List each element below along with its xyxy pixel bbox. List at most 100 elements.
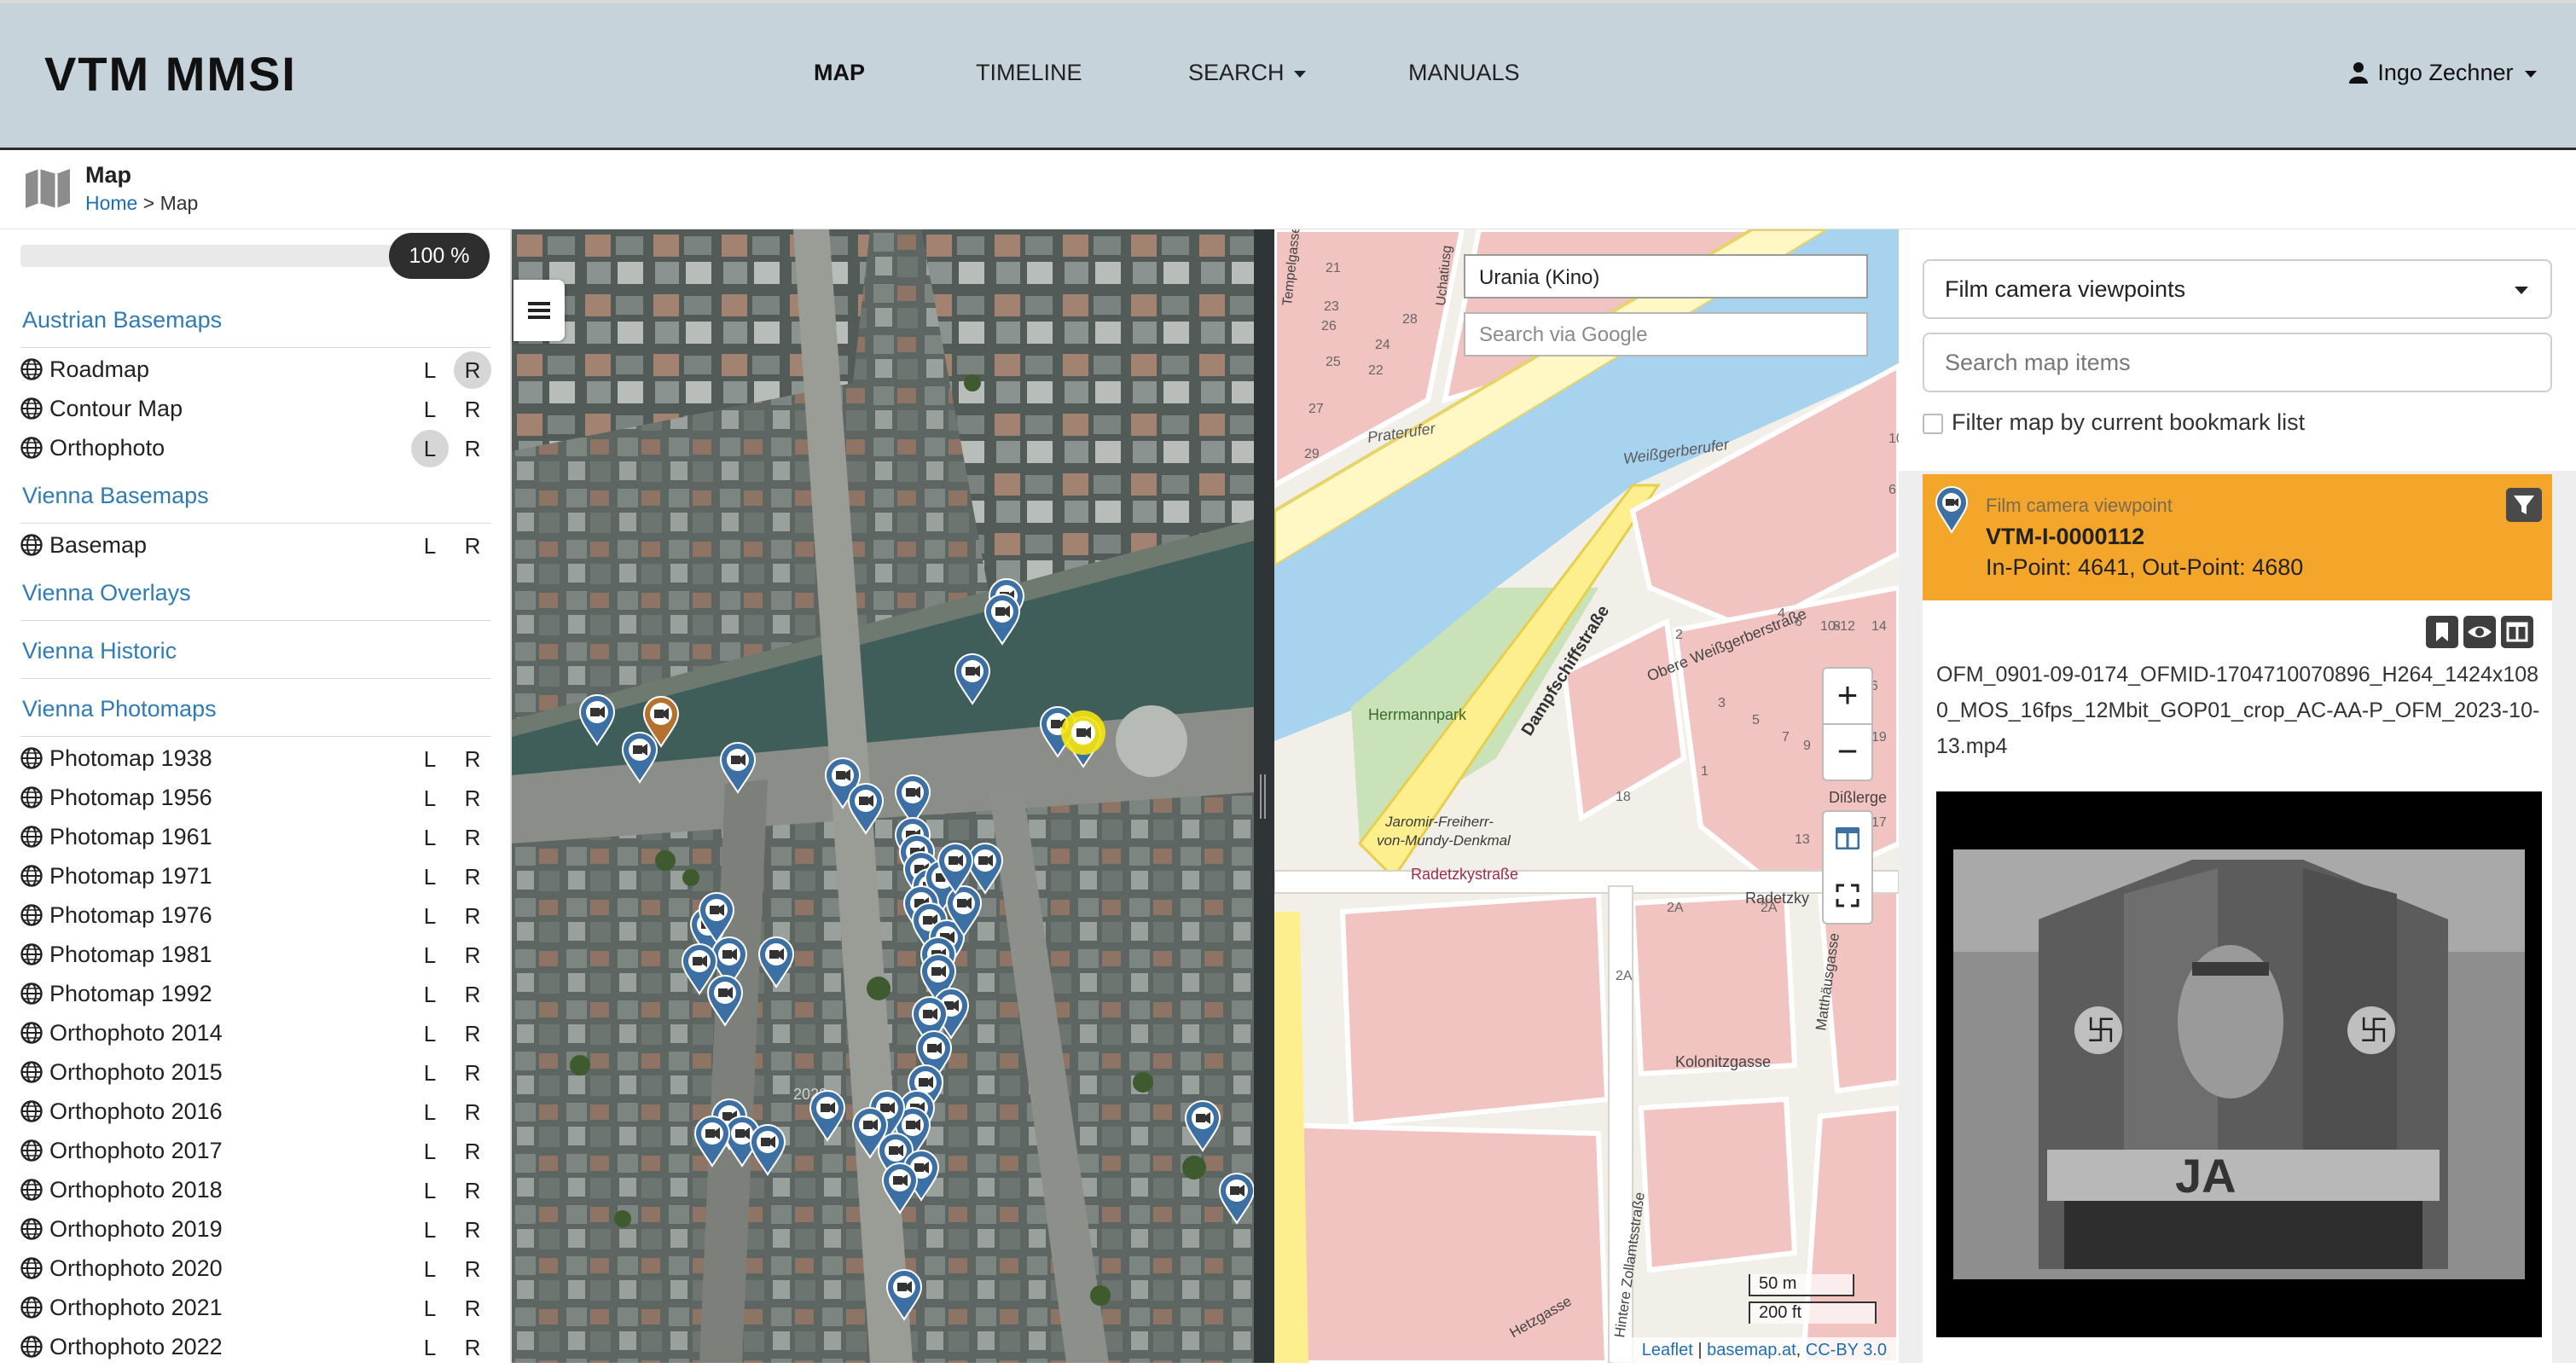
layer-right-toggle[interactable]: R bbox=[454, 430, 491, 467]
layer-right-toggle[interactable]: R bbox=[454, 1054, 491, 1092]
house-number: 23 bbox=[1324, 299, 1339, 314]
nav-map[interactable]: MAP bbox=[814, 60, 865, 86]
globe-icon bbox=[20, 1100, 43, 1122]
layer-right-toggle[interactable]: R bbox=[454, 897, 491, 935]
layer-right-toggle[interactable]: R bbox=[454, 1290, 491, 1327]
nav-manuals[interactable]: MANUALS bbox=[1408, 60, 1520, 86]
house-number: 4 bbox=[1778, 606, 1785, 621]
svg-text:卐: 卐 bbox=[2359, 1015, 2388, 1047]
attribution-leaflet-link[interactable]: Leaflet bbox=[1642, 1341, 1693, 1359]
video-player[interactable]: 卐 卐 JA bbox=[1936, 791, 2542, 1337]
layer-group-vienna-photomaps[interactable]: Vienna Photomaps bbox=[22, 696, 217, 722]
layer-item-photomap-1956: Photomap 1956 L R bbox=[20, 780, 491, 819]
map-items-search-input[interactable]: Search map items bbox=[1923, 333, 2552, 392]
hamburger-icon bbox=[528, 302, 550, 319]
layer-right-toggle[interactable]: R bbox=[454, 819, 491, 856]
layer-right-toggle[interactable]: R bbox=[454, 780, 491, 817]
layer-group-vienna-basemaps[interactable]: Vienna Basemaps bbox=[22, 483, 209, 509]
user-menu[interactable]: Ingo Zechner bbox=[2348, 60, 2537, 86]
scale-bar-metric: 50 m bbox=[1749, 1274, 1854, 1296]
view-button[interactable] bbox=[2463, 616, 2496, 648]
layer-right-toggle[interactable]: R bbox=[454, 1093, 491, 1131]
layer-name: Orthophoto bbox=[49, 435, 165, 461]
street-map-pane[interactable]: Praterufer Weißgerberufer Dampfschiffstr… bbox=[1274, 229, 1899, 1363]
layer-left-toggle[interactable]: L bbox=[411, 351, 449, 389]
nav-search[interactable]: SEARCH bbox=[1188, 60, 1307, 86]
layer-right-toggle[interactable]: R bbox=[454, 1172, 491, 1209]
layer-left-toggle[interactable]: L bbox=[411, 1172, 449, 1209]
layer-left-toggle[interactable]: L bbox=[411, 819, 449, 856]
house-number: 6 bbox=[1888, 483, 1896, 497]
layer-right-toggle[interactable]: R bbox=[454, 1250, 491, 1288]
card-id[interactable]: VTM-I-0000112 bbox=[1986, 524, 2144, 550]
layer-group-austrian-basemaps[interactable]: Austrian Basemaps bbox=[22, 307, 222, 333]
selected-camera-marker[interactable] bbox=[1061, 710, 1105, 755]
street-label-radetzkystrasse: Radetzkystraße bbox=[1411, 866, 1518, 883]
place-search-input[interactable]: Urania (Kino) bbox=[1464, 254, 1868, 299]
layer-left-toggle[interactable]: L bbox=[411, 1211, 449, 1249]
layer-group-vienna-overlays[interactable]: Vienna Overlays bbox=[22, 580, 191, 606]
layer-right-toggle[interactable]: R bbox=[454, 1211, 491, 1249]
layer-left-toggle[interactable]: L bbox=[411, 1133, 449, 1170]
zoom-out-button[interactable]: − bbox=[1824, 725, 1871, 780]
satellite-map-pane[interactable]: 2023 bbox=[512, 229, 1254, 1363]
layer-right-toggle[interactable]: R bbox=[454, 936, 491, 974]
layer-item-photomap-1976: Photomap 1976 L R bbox=[20, 897, 491, 936]
item-type-select-value: Film camera viewpoints bbox=[1945, 276, 2186, 302]
layer-left-toggle[interactable]: L bbox=[411, 1290, 449, 1327]
split-handle-icon[interactable] bbox=[1259, 774, 1268, 819]
layer-left-toggle[interactable]: L bbox=[411, 1329, 449, 1366]
layer-left-toggle[interactable]: L bbox=[411, 976, 449, 1013]
layer-left-toggle[interactable]: L bbox=[411, 1015, 449, 1052]
nav-timeline[interactable]: TIMELINE bbox=[976, 60, 1082, 86]
layer-left-toggle[interactable]: L bbox=[411, 1250, 449, 1288]
layer-left-toggle[interactable]: L bbox=[411, 740, 449, 778]
bookmark-filter-checkbox[interactable] bbox=[1923, 413, 1943, 434]
layer-left-toggle[interactable]: L bbox=[411, 430, 449, 467]
house-number: 10-12 bbox=[1820, 619, 1855, 634]
layer-right-toggle[interactable]: R bbox=[454, 858, 491, 896]
satellite-imagery: 2023 bbox=[512, 229, 1254, 1363]
bookmark-button[interactable] bbox=[2426, 616, 2458, 648]
layer-left-toggle[interactable]: L bbox=[411, 1093, 449, 1131]
street-label-kolonitzgasse: Kolonitzgasse bbox=[1675, 1053, 1771, 1070]
card-filter-button[interactable] bbox=[2506, 488, 2542, 522]
zoom-in-button[interactable]: + bbox=[1824, 669, 1871, 725]
layer-name: Photomap 1956 bbox=[49, 785, 212, 810]
google-search-input[interactable]: Search via Google bbox=[1464, 312, 1868, 356]
layer-right-toggle[interactable]: R bbox=[454, 391, 491, 428]
layer-left-toggle[interactable]: L bbox=[411, 780, 449, 817]
layer-left-toggle[interactable]: L bbox=[411, 1054, 449, 1092]
breadcrumb-home[interactable]: Home bbox=[85, 192, 137, 214]
app-brand[interactable]: VTM MMSI bbox=[44, 46, 297, 101]
item-type-select[interactable]: Film camera viewpoints bbox=[1923, 259, 2552, 319]
layer-right-toggle[interactable]: R bbox=[454, 1329, 491, 1366]
svg-text:卐: 卐 bbox=[2086, 1015, 2115, 1047]
house-number: 6 bbox=[1795, 615, 1802, 629]
split-view-icon[interactable] bbox=[1836, 827, 1859, 849]
layer-right-toggle[interactable]: R bbox=[454, 1133, 491, 1170]
layer-left-toggle[interactable]: L bbox=[411, 858, 449, 896]
map-menu-button[interactable] bbox=[513, 280, 565, 341]
globe-icon bbox=[20, 1218, 43, 1240]
layer-name: Orthophoto 2015 bbox=[49, 1059, 223, 1085]
layer-right-toggle[interactable]: R bbox=[454, 976, 491, 1013]
layer-right-toggle[interactable]: R bbox=[454, 351, 491, 389]
split-view-button[interactable] bbox=[2501, 616, 2533, 648]
scale-bar-imperial: 200 ft bbox=[1749, 1301, 1877, 1324]
attribution-basemap-link[interactable]: basemap.at bbox=[1707, 1341, 1796, 1359]
layer-right-toggle[interactable]: R bbox=[454, 740, 491, 778]
globe-icon bbox=[20, 1336, 43, 1358]
layer-left-toggle[interactable]: L bbox=[411, 391, 449, 428]
house-number: 21 bbox=[1326, 261, 1341, 275]
layer-name: Roadmap bbox=[49, 356, 150, 382]
layer-right-toggle[interactable]: R bbox=[454, 527, 491, 565]
layer-left-toggle[interactable]: L bbox=[411, 527, 449, 565]
attribution-license-link[interactable]: CC-BY 3.0 bbox=[1806, 1341, 1887, 1359]
fullscreen-icon[interactable] bbox=[1836, 884, 1859, 907]
layer-left-toggle[interactable]: L bbox=[411, 897, 449, 935]
layer-item-photomap-1938: Photomap 1938 L R bbox=[20, 740, 491, 780]
layer-left-toggle[interactable]: L bbox=[411, 936, 449, 974]
layer-right-toggle[interactable]: R bbox=[454, 1015, 491, 1052]
layer-group-vienna-historic[interactable]: Vienna Historic bbox=[22, 638, 177, 664]
